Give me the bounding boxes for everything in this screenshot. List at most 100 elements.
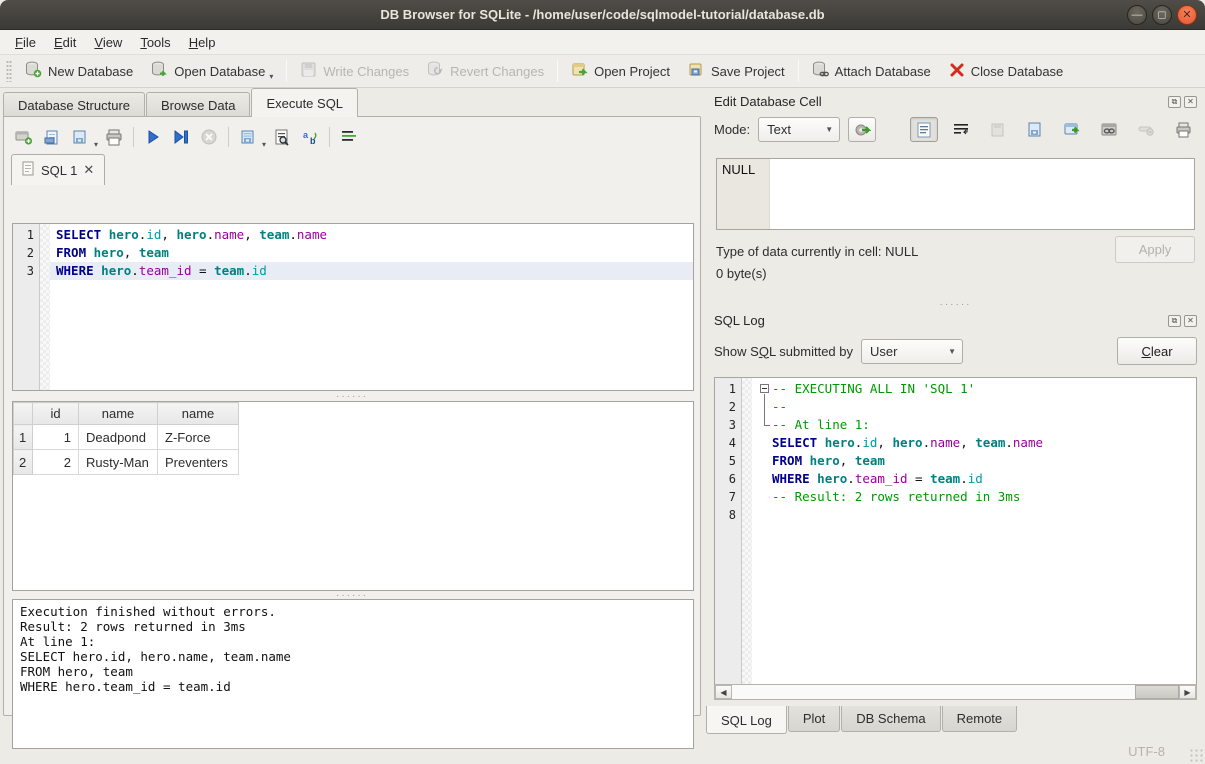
table-cell[interactable]: Preventers — [158, 450, 239, 475]
find-in-page-icon[interactable] — [270, 125, 294, 149]
table-cell[interactable]: 1 — [33, 425, 79, 450]
editor-results-splitter[interactable]: ······ — [4, 394, 700, 400]
auto-format-icon[interactable]: ab — [298, 125, 322, 149]
table-cell[interactable]: Z-Force — [158, 425, 239, 450]
close-tab-icon[interactable]: ✕ — [83, 162, 94, 178]
message-line: At line 1: — [20, 634, 686, 649]
dock-tab-plot[interactable]: Plot — [788, 706, 840, 732]
link-cell-icon[interactable] — [1095, 117, 1123, 142]
word-wrap-icon[interactable] — [947, 117, 975, 142]
execution-message-panel[interactable]: Execution finished without errors.Result… — [12, 599, 694, 749]
new-sql-tab-icon[interactable] — [12, 125, 36, 149]
editor-fold-margin — [40, 224, 50, 390]
execute-line-icon[interactable] — [169, 125, 193, 149]
scrollbar-thumb[interactable] — [1135, 685, 1179, 699]
new-database-button[interactable]: New Database — [16, 57, 142, 85]
column-header-id[interactable]: id — [33, 403, 79, 425]
editor-code-area[interactable]: SELECT hero.id, hero.name, team.nameFROM… — [50, 224, 693, 390]
apply-button[interactable]: Apply — [1115, 236, 1195, 263]
dock-tab-db-schema[interactable]: DB Schema — [841, 706, 940, 732]
tab-execute-sql[interactable]: Execute SQL — [251, 88, 358, 117]
results-grid[interactable]: idnamename11DeadpondZ-Force22Rusty-ManPr… — [12, 401, 694, 591]
toolbar-label: Open Project — [594, 64, 670, 79]
scroll-left-icon[interactable]: ◀ — [715, 685, 732, 699]
save-results-icon[interactable] — [236, 125, 260, 149]
dropdown-caret-icon[interactable]: ▾ — [94, 140, 98, 149]
encoding-indicator[interactable]: UTF-8 — [1128, 744, 1165, 759]
toolbar-label: Write Changes — [323, 64, 409, 79]
scroll-right-icon[interactable]: ▶ — [1179, 685, 1196, 699]
sql-document-tab[interactable]: SQL 1 ✕ — [11, 154, 105, 185]
corner-header-cell[interactable] — [14, 403, 33, 425]
row-header-cell[interactable]: 2 — [14, 450, 33, 475]
code-line: FROM hero, team — [752, 452, 1196, 470]
title-bar[interactable]: DB Browser for SQLite - /home/user/code/… — [0, 0, 1205, 30]
table-cell[interactable]: Deadpond — [79, 425, 158, 450]
dock-tab-sql-log[interactable]: SQL Log — [706, 706, 787, 734]
tab-database-structure[interactable]: Database Structure — [3, 92, 145, 117]
maximize-button[interactable]: ◻ — [1152, 5, 1172, 25]
log-code-area[interactable]: -- EXECUTING ALL IN 'SQL 1'---- At line … — [752, 378, 1196, 698]
column-header-name[interactable]: name — [158, 403, 239, 425]
clear-button[interactable]: Clear — [1117, 337, 1197, 365]
code-line: -- EXECUTING ALL IN 'SQL 1' — [752, 380, 1196, 398]
close-panel-icon[interactable]: ✕ — [1184, 96, 1197, 108]
column-header-name[interactable]: name — [79, 403, 158, 425]
mode-select[interactable]: Text▼ — [758, 117, 840, 142]
table-cell[interactable]: 2 — [33, 450, 79, 475]
word-wrap-icon[interactable] — [337, 125, 361, 149]
close-button[interactable]: ✕ — [1177, 5, 1197, 25]
open-sql-file-icon[interactable] — [40, 125, 64, 149]
table-row[interactable]: 11DeadpondZ-Force — [14, 425, 239, 450]
sql-log-view[interactable]: 12345678 -- EXECUTING ALL IN 'SQL 1'----… — [714, 377, 1197, 699]
row-header-cell[interactable]: 1 — [14, 425, 33, 450]
toolbar-separator — [798, 60, 799, 82]
float-panel-icon[interactable]: ⧉ — [1168, 96, 1181, 108]
cell-info-area: Type of data currently in cell: NULL 0 b… — [706, 230, 1205, 302]
import-data-icon[interactable] — [984, 117, 1012, 142]
export-data-icon[interactable] — [1021, 117, 1049, 142]
fold-collapse-icon[interactable] — [758, 380, 772, 398]
cell-value: NULL — [717, 159, 770, 229]
tab-browse-data[interactable]: Browse Data — [146, 92, 250, 117]
open-in-external-icon[interactable] — [1058, 117, 1086, 142]
save-sql-file-icon[interactable] — [68, 125, 92, 149]
print-icon[interactable] — [102, 125, 126, 149]
sql-editor[interactable]: 123 SELECT hero.id, hero.name, team.name… — [12, 223, 694, 391]
dropdown-caret-icon[interactable]: ▾ — [262, 140, 266, 149]
menu-item-tools[interactable]: Tools — [131, 32, 179, 53]
attach-database-button[interactable]: Attach Database — [803, 57, 940, 85]
apply-data-icon[interactable] — [848, 117, 876, 142]
cell-editor-blank[interactable] — [770, 159, 1194, 229]
dropdown-caret-icon[interactable]: ▾ — [269, 72, 273, 81]
cell-value-editor[interactable]: NULL — [716, 158, 1195, 230]
float-panel-icon[interactable]: ⧉ — [1168, 315, 1181, 327]
close-database-button[interactable]: Close Database — [940, 58, 1073, 85]
minimize-button[interactable]: — — [1127, 5, 1147, 25]
menu-item-help[interactable]: Help — [180, 32, 225, 53]
text-mode-icon[interactable] — [910, 117, 938, 142]
execute-all-icon[interactable] — [141, 125, 165, 149]
toolbar-drag-handle[interactable] — [6, 60, 12, 82]
toolbar-separator — [133, 127, 134, 147]
close-panel-icon[interactable]: ✕ — [1184, 315, 1197, 327]
menu-item-file[interactable]: File — [6, 32, 45, 53]
set-null-icon[interactable] — [1132, 117, 1160, 142]
menu-item-edit[interactable]: Edit — [45, 32, 85, 53]
print-cell-icon[interactable] — [1169, 117, 1197, 142]
toolbar-separator — [286, 60, 287, 82]
code-line: SELECT hero.id, hero.name, team.name — [50, 226, 693, 244]
scrollbar-track[interactable] — [732, 685, 1179, 699]
dock-tab-remote[interactable]: Remote — [942, 706, 1018, 732]
table-row[interactable]: 22Rusty-ManPreventers — [14, 450, 239, 475]
stop-icon — [197, 125, 221, 149]
resize-grip[interactable] — [1189, 748, 1203, 762]
menu-item-view[interactable]: View — [85, 32, 131, 53]
horizontal-scrollbar[interactable]: ◀ ▶ — [714, 684, 1197, 700]
open-database-button[interactable]: Open Database▾ — [142, 57, 282, 85]
submitted-by-select[interactable]: User▼ — [861, 339, 963, 364]
table-cell[interactable]: Rusty-Man — [79, 450, 158, 475]
open-project-button[interactable]: Open Project — [562, 57, 679, 85]
save-project-button[interactable]: Save Project — [679, 57, 794, 85]
line-number: 3 — [715, 416, 736, 434]
